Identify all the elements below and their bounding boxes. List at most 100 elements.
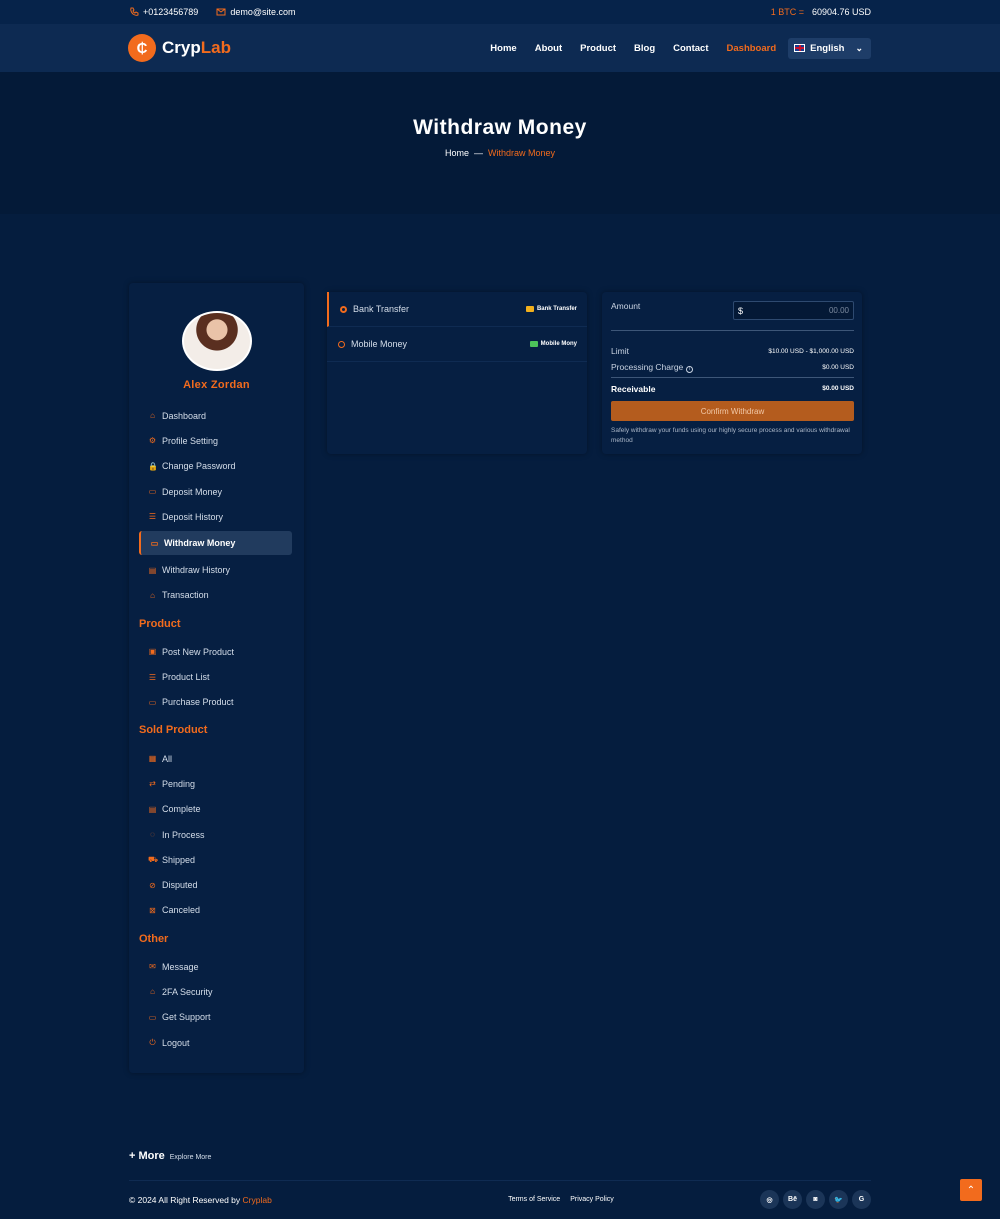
sidebar-item-2fa-security[interactable]: ⌂ 2FA Security [139,979,292,1004]
withdraw-summary-panel: Amount $ 00.00 Limit $10.00 USD - $1,000… [602,292,862,454]
behance-icon[interactable]: Bē [783,1190,802,1209]
limit-row: Limit $10.00 USD - $1,000.00 USD [611,343,854,359]
method-label: Mobile Money [351,339,408,349]
security-note: Safely withdraw your funds using our hig… [611,427,850,445]
sidebar-item-shipped[interactable]: ⛟ Shipped [139,847,292,872]
limit-label: Limit [611,346,629,356]
more-sub: Explore More [169,1154,212,1161]
list-icon: ☰ [148,512,157,522]
sidebar-item-message[interactable]: ✉ Message [139,954,292,979]
method-mobile-money[interactable]: Mobile Money Mobile Mony [327,327,587,362]
sidebar-item-transaction[interactable]: ⌂ Transaction [139,583,292,608]
social-links: ◎ Bē ◙ 🐦 G [760,1190,871,1209]
language-label: English [810,42,845,54]
support-icon: ▭ [148,1012,157,1022]
btc-price: 1 BTC = 60904.76 USD [771,7,871,17]
phone-contact[interactable]: +0123456789 [129,7,198,17]
privacy-link[interactable]: Privacy Policy [570,1196,614,1203]
confirm-withdraw-button[interactable]: Confirm Withdraw [611,401,854,421]
nav-product[interactable]: Product [580,43,616,54]
receivable-value: $0.00 USD [822,385,854,392]
nav-about[interactable]: About [535,43,562,54]
instagram-icon[interactable]: ◙ [806,1190,825,1209]
charge-value: $0.00 USD [822,363,854,371]
sidebar-item-product-list[interactable]: ☰ Product List [139,664,292,689]
amount-placeholder: 00.00 [828,306,849,315]
breadcrumb-current: Withdraw Money [487,148,556,158]
radio-selected-icon[interactable] [340,305,347,313]
sidebar-item-get-support[interactable]: ▭ Get Support [139,1005,292,1030]
footer-links: Terms of Service Privacy Policy [508,1196,614,1203]
sidebar-item-dashboard[interactable]: ⌂ Dashboard [139,403,292,428]
sidebar-item-disputed[interactable]: ⊘ Disputed [139,872,292,897]
receivable-label: Receivable [611,383,656,394]
mail-icon [216,8,226,16]
sidebar-item-purchase-product[interactable]: ▭ Purchase Product [139,690,292,715]
ban-icon: ⊘ [149,880,156,890]
sidebar-item-post-new-product[interactable]: ▣ Post New Product [139,639,292,664]
method-bank-transfer[interactable]: Bank Transfer Bank Transfer [327,292,587,327]
swap-icon: ⇄ [149,779,156,789]
sidebar-item-deposit-history[interactable]: ☰ Deposit History [139,504,292,529]
sidebar-item-logout[interactable]: ⏻ Logout [139,1030,292,1055]
brand-logo[interactable]: ₵ CrypLab [128,34,231,62]
sidebar-item-pending[interactable]: ⇄ Pending [139,771,292,796]
uk-flag-icon [794,44,806,52]
email-contact[interactable]: demo@site.com [216,7,295,17]
shield-icon: ⌂ [150,987,155,997]
btc-price-label: 1 BTC = [770,7,804,17]
page-banner: Withdraw Money Home — Withdraw Money [0,72,1000,214]
message-icon: ✉ [149,962,156,972]
currency-symbol: $ [738,305,744,316]
section-heading-other: Other [139,932,169,945]
twitter-icon[interactable]: 🐦 [829,1190,848,1209]
footer-divider [129,1180,871,1181]
sidebar-item-withdraw-history[interactable]: ▤ Withdraw History [139,557,292,582]
main-navbar: ₵ CrypLab Home About Product Blog Contac… [0,24,1000,72]
phone-number: +0123456789 [143,7,199,17]
google-icon[interactable]: G [852,1190,871,1209]
spinner-icon: ◌ [150,830,155,839]
receivable-row: Receivable $0.00 USD [611,377,854,399]
home-icon: ⌂ [150,590,155,600]
scroll-to-top-button[interactable]: ⌃ [960,1179,982,1201]
amount-row: Amount $ 00.00 [611,301,854,331]
dashboard-sidebar: Alex Zordan ⌂ Dashboard ⚙ Profile Setting … [129,283,304,1073]
section-heading-product: Product [139,617,181,630]
home-icon: ⌂ [150,411,155,421]
lock-icon: 🔒 [148,461,158,471]
sidebar-menu: ⌂ Dashboard ⚙ Profile Setting 🔒 Change Pass… [139,403,292,1055]
withdraw-method-list: Bank Transfer Bank Transfer Mobile Money… [327,292,587,454]
nav-dashboard[interactable]: Dashboard [727,43,777,54]
bank-transfer-logo: Bank Transfer [525,306,577,312]
sidebar-item-withdraw-money[interactable]: ▭ Withdraw Money [139,531,292,556]
amount-label: Amount [611,301,641,311]
amount-input[interactable]: $ 00.00 [733,301,854,320]
footer-bottom: © 2024 All Right Reserved by Cryplab Ter… [129,1190,871,1209]
copyright-brand-link[interactable]: Cryplab [243,1195,272,1205]
bank-icon [525,306,534,312]
sidebar-item-deposit-money[interactable]: ▭ Deposit Money [139,479,292,504]
sidebar-item-complete[interactable]: ▤ Complete [139,797,292,822]
mobile-money-logo: Mobile Mony [529,341,577,347]
sidebar-item-change-password[interactable]: 🔒 Change Password [139,454,292,479]
section-heading-sold-product: Sold Product [139,724,208,737]
language-selector[interactable]: English ⌄ [788,37,871,59]
sidebar-item-profile-setting[interactable]: ⚙ Profile Setting [139,428,292,453]
footer-more[interactable]: + More Explore More [129,1150,211,1162]
nav-menu: Home About Product Blog Contact Dashboar… [490,37,871,59]
info-icon[interactable]: i [686,365,694,373]
bag-icon: ▭ [148,697,157,707]
sidebar-item-canceled[interactable]: ⊠ Canceled [139,898,292,923]
logout-icon: ⏻ [149,1037,156,1047]
nav-blog[interactable]: Blog [634,43,655,54]
radio-icon[interactable] [338,340,345,348]
breadcrumb-home[interactable]: Home [445,148,469,158]
nav-home[interactable]: Home [490,43,516,54]
dribbble-icon[interactable]: ◎ [760,1190,779,1209]
chevron-up-icon: ⌃ [966,1184,976,1196]
terms-link[interactable]: Terms of Service [508,1196,560,1203]
sidebar-item-in-process[interactable]: ◌ In Process [139,822,292,847]
sidebar-item-all[interactable]: ▦ All [139,746,292,771]
nav-contact[interactable]: Contact [673,43,708,54]
